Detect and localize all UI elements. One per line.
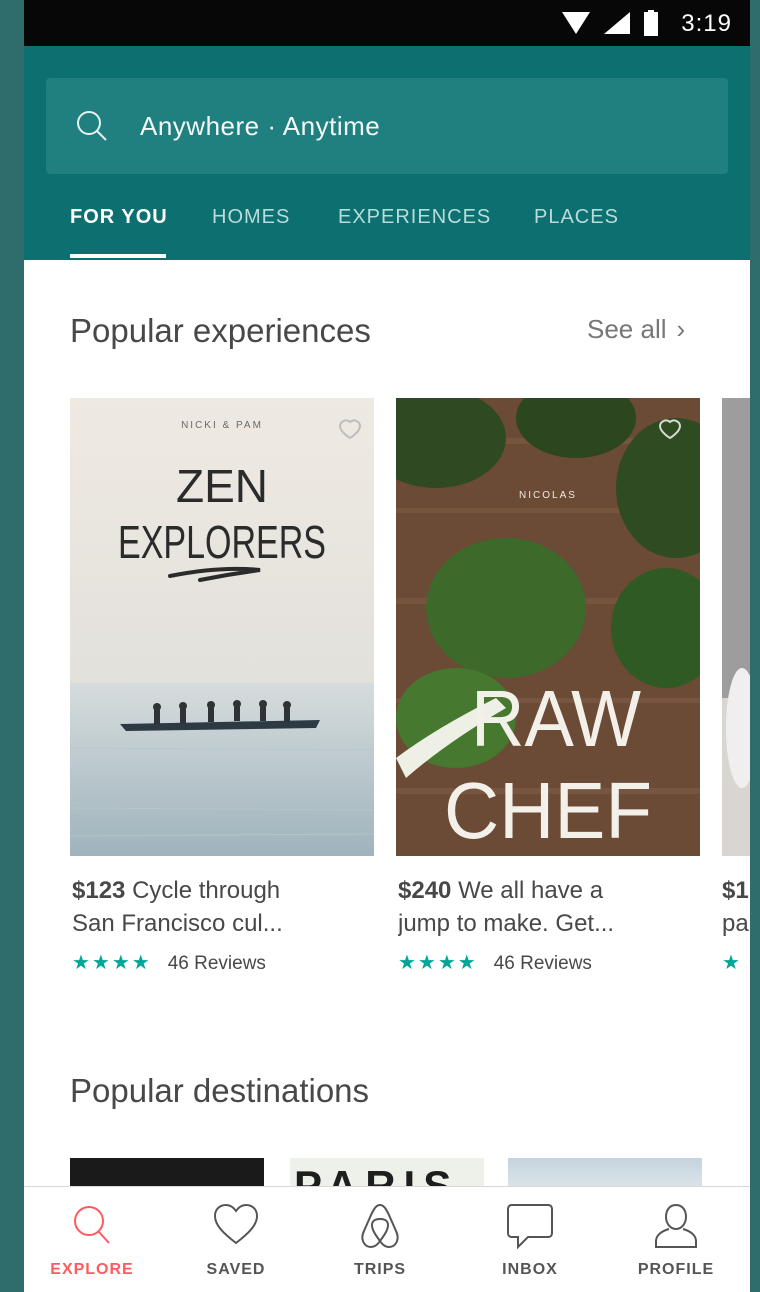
- experience-photo-partial: [722, 398, 750, 856]
- wifi-icon: [562, 12, 590, 34]
- search-icon: [77, 111, 107, 141]
- experience-desc-line2: jump to make. Get...: [398, 910, 615, 937]
- experience-desc-line1: We all have a: [458, 877, 604, 904]
- experience-desc-line2: San Francisco cul...: [72, 910, 283, 937]
- airbnb-logo-icon: [361, 1203, 399, 1249]
- status-icons: [562, 10, 658, 36]
- experience-card-text[interactable]: $1 pa: [722, 874, 750, 940]
- poster-host: NICOLAS: [519, 490, 577, 501]
- tab-for-you[interactable]: FOR YOU: [70, 206, 168, 229]
- signal-icon: [604, 12, 630, 34]
- explore-header: Anywhere · Anytime FOR YOU HOMES EXPERIE…: [24, 46, 750, 260]
- tab-places[interactable]: PLACES: [534, 206, 619, 229]
- star-rating: ★: [722, 952, 742, 974]
- nav-trips[interactable]: TRIPS: [320, 1187, 440, 1292]
- poster-title-line2: CHEF: [444, 766, 652, 855]
- see-all-link[interactable]: See all ›: [587, 314, 685, 345]
- poster-title-line2: EXPLORERS: [118, 516, 326, 568]
- experience-rating: ★: [722, 950, 750, 975]
- nav-label: INBOX: [502, 1261, 558, 1278]
- experience-rating: ★★★★ 46 Reviews: [398, 950, 592, 975]
- heart-icon: [213, 1203, 259, 1245]
- tab-homes[interactable]: HOMES: [212, 206, 290, 229]
- star-rating: ★★★★: [72, 952, 152, 974]
- experience-desc-line1: Cycle through: [132, 877, 281, 904]
- user-icon: [655, 1203, 697, 1248]
- active-tab-indicator: [70, 254, 166, 258]
- nav-explore[interactable]: EXPLORE: [32, 1187, 152, 1292]
- poster-host: NICKI & PAM: [181, 420, 263, 431]
- review-count: 46 Reviews: [493, 953, 592, 974]
- nav-label: SAVED: [206, 1261, 266, 1278]
- poster-title-line1: RAW: [471, 674, 641, 763]
- experience-card-text[interactable]: $123 Cycle through San Francisco cul...: [72, 874, 352, 940]
- nav-label: TRIPS: [353, 1261, 407, 1278]
- experience-desc-line2: pa: [722, 910, 749, 937]
- experience-price: $123: [72, 877, 126, 904]
- battery-icon: [644, 10, 658, 36]
- zen-explorers-poster: NICKI & PAM ZEN EXPLORERS: [70, 398, 374, 856]
- nav-profile[interactable]: PROFILE: [616, 1187, 736, 1292]
- experience-price: $240: [398, 877, 452, 904]
- experience-rating: ★★★★ 46 Reviews: [72, 950, 266, 975]
- category-tabs: FOR YOU HOMES EXPERIENCES PLACES: [24, 206, 750, 260]
- bottom-navigation: EXPLORE SAVED TRIPS INBOX PROFILE: [24, 1186, 750, 1292]
- section-title-experiences: Popular experiences: [70, 312, 371, 349]
- search-bar[interactable]: Anywhere · Anytime: [46, 78, 728, 174]
- see-all-label: See all: [587, 314, 667, 344]
- experience-card-image[interactable]: NICKI & PAM ZEN EXPLORERS: [70, 398, 374, 856]
- raw-chef-poster: NICOLAS RAW CHEF: [396, 398, 700, 856]
- message-icon: [507, 1204, 553, 1249]
- search-input[interactable]: Anywhere · Anytime: [140, 111, 380, 142]
- poster-title-line1: ZEN: [176, 460, 268, 512]
- tab-experiences[interactable]: EXPERIENCES: [338, 206, 491, 229]
- star-rating: ★★★★: [398, 952, 478, 974]
- experience-card-image[interactable]: NICOLAS RAW CHEF: [396, 398, 700, 856]
- app-screen: 3:19 Anywhere · Anytime FOR YOU HOMES EX…: [24, 0, 750, 1292]
- experience-card-image[interactable]: [722, 398, 750, 856]
- nav-label: EXPLORE: [50, 1261, 134, 1278]
- status-time: 3:19: [681, 10, 732, 37]
- nav-label: PROFILE: [637, 1261, 715, 1278]
- section-title-destinations: Popular destinations: [70, 1072, 370, 1109]
- chevron-right-icon: ›: [676, 314, 686, 344]
- nav-saved[interactable]: SAVED: [176, 1187, 296, 1292]
- review-count: 46 Reviews: [167, 953, 266, 974]
- status-bar: 3:19: [24, 0, 750, 46]
- nav-inbox[interactable]: INBOX: [470, 1187, 590, 1292]
- experience-card-text[interactable]: $240 We all have a jump to make. Get...: [398, 874, 678, 940]
- search-icon: [74, 1206, 110, 1244]
- experience-price: $1: [722, 877, 749, 904]
